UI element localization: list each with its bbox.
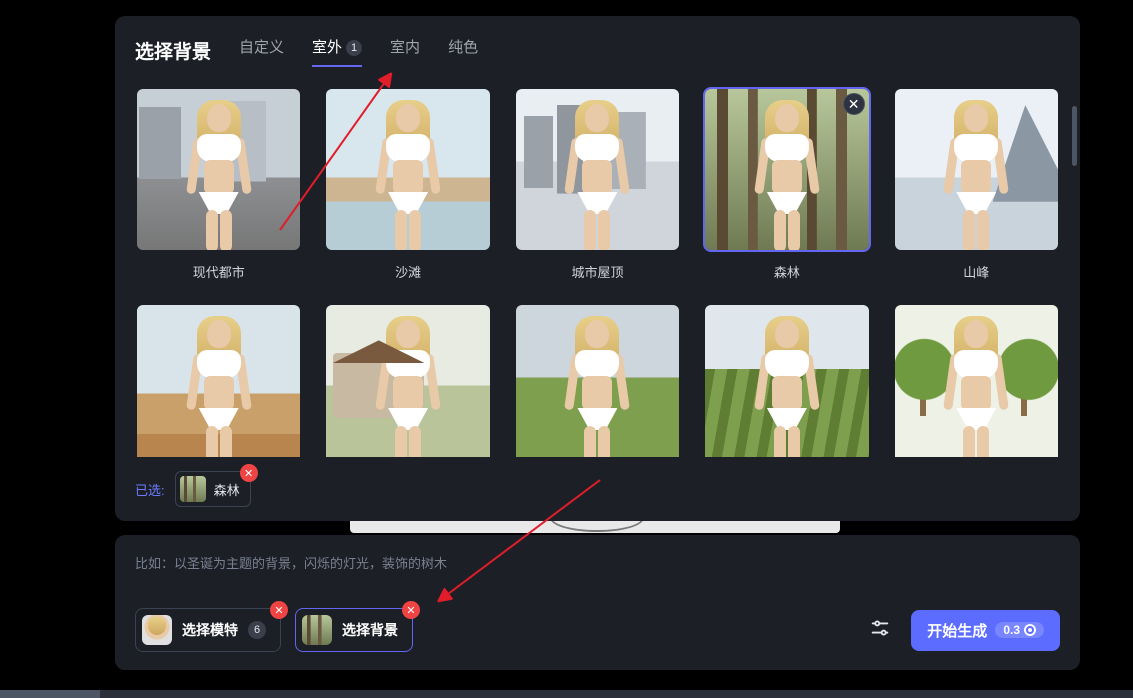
model-count-badge: 6	[248, 621, 266, 639]
bottom-bar: 比如：以圣诞为主题的背景，闪烁的灯光，装饰的树木 选择模特 6 ✕ 选择背景 ✕…	[115, 535, 1080, 670]
settings-icon[interactable]	[863, 611, 897, 650]
select-model-pill[interactable]: 选择模特 6 ✕	[135, 608, 281, 652]
remove-model-icon[interactable]: ✕	[270, 601, 288, 619]
bg-card-label: 沙滩	[324, 262, 491, 281]
bg-card-farm[interactable]	[324, 303, 491, 457]
bg-card-park[interactable]	[893, 303, 1060, 457]
footer-strip	[0, 690, 1133, 698]
tab-0[interactable]: 自定义	[239, 36, 284, 65]
tab-2[interactable]: 室内	[390, 36, 420, 65]
bg-card-label: 城市屋顶	[514, 262, 681, 281]
deselect-icon[interactable]: ✕	[843, 93, 865, 115]
tab-1[interactable]: 室外1	[312, 36, 362, 65]
bg-card-desert[interactable]	[135, 303, 302, 457]
panel-title: 选择背景	[135, 37, 211, 64]
scrollbar[interactable]	[1072, 106, 1077, 166]
bg-card-city[interactable]: 现代都市	[135, 87, 302, 281]
generate-cost: 0.3	[995, 622, 1044, 638]
selected-chip-label: 森林	[214, 480, 240, 499]
selected-chip[interactable]: 森林 ✕	[175, 471, 251, 507]
bg-card-forest[interactable]: ✕ 森林	[703, 87, 870, 281]
generate-button[interactable]: 开始生成 0.3	[911, 610, 1060, 651]
coin-icon	[1024, 624, 1036, 636]
bg-card-label: 现代都市	[135, 262, 302, 281]
model-pill-label: 选择模特	[182, 620, 238, 640]
select-background-pill[interactable]: 选择背景 ✕	[295, 608, 413, 652]
tab-3[interactable]: 纯色	[448, 36, 478, 65]
bg-card-label: 森林	[703, 262, 870, 281]
bg-card-label: 山峰	[893, 262, 1060, 281]
selected-label: 已选:	[135, 480, 165, 499]
bg-pill-thumb	[302, 615, 332, 645]
remove-selected-icon[interactable]: ✕	[240, 464, 258, 482]
remove-bg-icon[interactable]: ✕	[402, 601, 420, 619]
bg-card-vine[interactable]	[703, 303, 870, 457]
background-picker-panel: 选择背景 自定义室外1室内纯色 现代都市沙滩城市屋顶✕森林山峰 已选: 森林 ✕	[115, 16, 1080, 521]
bottom-row: 选择模特 6 ✕ 选择背景 ✕ 开始生成 0.3	[135, 608, 1060, 652]
generate-label: 开始生成	[927, 620, 987, 641]
prompt-hint: 比如：以圣诞为主题的背景，闪烁的灯光，装饰的树木	[135, 553, 1060, 572]
selected-chip-thumb	[180, 476, 206, 502]
selected-row: 已选: 森林 ✕	[135, 471, 1060, 507]
bg-card-grass[interactable]	[514, 303, 681, 457]
panel-header: 选择背景 自定义室外1 室内纯色	[135, 36, 1060, 65]
bg-card-beach[interactable]: 沙滩	[324, 87, 491, 281]
bg-pill-label: 选择背景	[342, 620, 398, 640]
bg-card-roof[interactable]: 城市屋顶	[514, 87, 681, 281]
model-pill-thumb	[142, 615, 172, 645]
tab-badge: 1	[346, 40, 362, 56]
bg-card-peak[interactable]: 山峰	[893, 87, 1060, 281]
background-grid: 现代都市 沙滩 城市屋顶 ✕ 森林 山峰	[135, 87, 1060, 457]
tab-bar: 自定义室外1 室内纯色	[239, 36, 478, 65]
